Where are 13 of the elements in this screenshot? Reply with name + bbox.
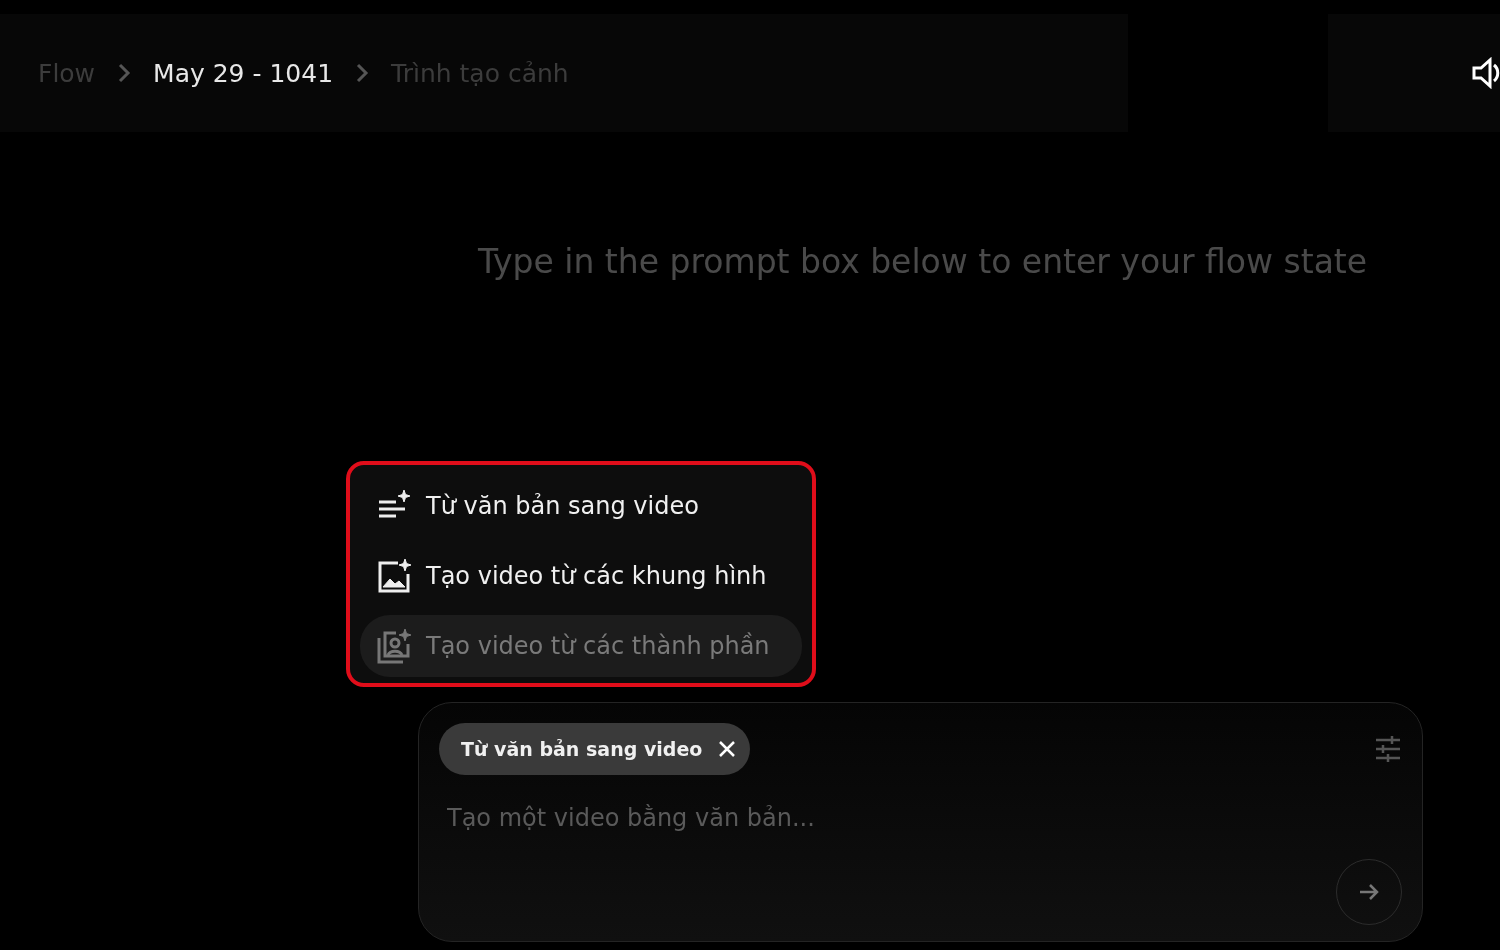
menu-item[interactable]: Từ văn bản sang video bbox=[360, 475, 802, 537]
close-icon[interactable] bbox=[718, 740, 737, 758]
speaker-icon[interactable] bbox=[1472, 57, 1500, 89]
settings-sliders-icon[interactable] bbox=[1374, 735, 1402, 763]
chevron-icon bbox=[117, 63, 132, 83]
image-sparkle-icon bbox=[376, 558, 412, 594]
prompt-field[interactable]: Tạo một video bằng văn bản... bbox=[445, 803, 1049, 833]
breadcrumb-link[interactable]: May 29 - 1041 bbox=[153, 58, 334, 88]
stacked-images-icon bbox=[376, 628, 412, 664]
chevron-icon bbox=[355, 63, 370, 83]
mode-chip[interactable]: Từ văn bản sang video bbox=[439, 723, 751, 775]
menu-item[interactable]: Tạo video từ các khung hình bbox=[360, 545, 802, 607]
headline: Type in the prompt box below to enter your flow state bbox=[478, 242, 1369, 281]
